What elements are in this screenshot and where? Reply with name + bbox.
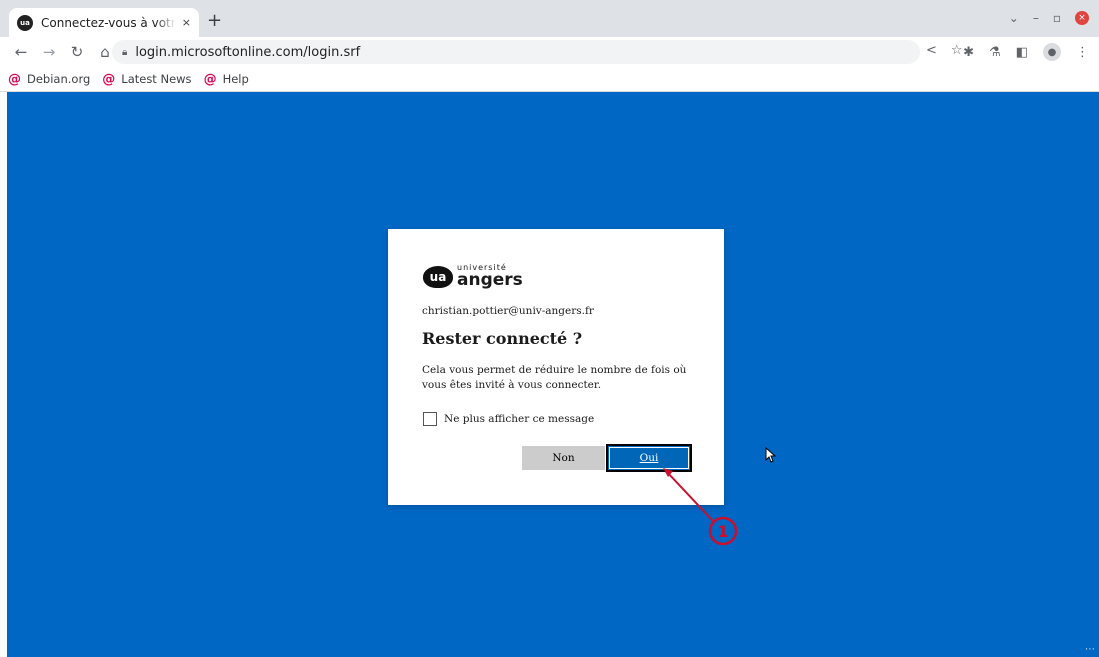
share-icon[interactable]: < [926,43,937,58]
debian-swirl-icon: @ [203,71,217,87]
bookmark-debian[interactable]: @ Debian.org [8,72,90,87]
tab-strip: ua Connectez-vous à votre compte × + ⌄ –… [0,0,1099,37]
mouse-cursor-icon [765,447,777,463]
browser-toolbar: ← → ↻ ⌂ 🔒︎ login.microsoftonline.com/log… [0,37,1099,67]
forward-icon[interactable]: → [42,43,56,61]
minimize-icon[interactable]: – [1033,11,1039,25]
back-icon[interactable]: ← [14,43,28,61]
labs-icon[interactable]: ⚗ [989,45,1001,60]
toolbar-actions: ✱ ⚗ ◧ ● ⋮ [963,43,1089,61]
dialog-title: Rester connecté ? [422,329,583,348]
bookmark-label: Latest News [121,72,192,86]
extensions-icon[interactable]: ✱ [963,45,974,60]
tab-title: Connectez-vous à votre compte [41,15,176,30]
home-icon[interactable]: ⌂ [98,43,112,61]
ua-logo-icon: ua [423,265,453,288]
new-tab-button[interactable]: + [207,12,222,30]
window-controls: ⌄ – ▫ × [1009,11,1089,25]
university-logo: ua université angers [423,264,523,289]
browser-tab[interactable]: ua Connectez-vous à votre compte × [9,8,199,37]
profile-avatar-icon[interactable]: ● [1043,43,1061,61]
omnibox-actions: < ☆ [926,43,963,58]
reload-icon[interactable]: ↻ [70,43,84,61]
menu-icon[interactable]: ⋮ [1076,45,1089,60]
checkbox-label: Ne plus afficher ce message [444,413,595,425]
side-panel-icon[interactable]: ◧ [1016,45,1028,60]
lock-icon[interactable]: 🔒︎ [122,47,127,58]
address-bar[interactable]: 🔒︎ login.microsoftonline.com/login.srf [112,40,920,64]
logo-big-text: angers [457,270,523,290]
window-close-icon[interactable]: × [1075,11,1089,25]
bookmark-label: Help [222,72,249,86]
bookmark-latest-news[interactable]: @ Latest News [102,72,191,87]
debian-swirl-icon: @ [102,71,116,87]
favicon-icon: ua [17,14,33,31]
account-email: christian.pottier@univ-angers.fr [422,305,594,317]
url-text: login.microsoftonline.com/login.srf [135,44,361,60]
debian-swirl-icon: @ [8,71,21,87]
bookmark-star-icon[interactable]: ☆ [951,43,963,58]
bookmark-help[interactable]: @ Help [204,72,249,87]
bookmark-label: Debian.org [27,72,91,86]
bookmarks-bar: @ Debian.org @ Latest News @ Help [0,67,1099,92]
dialog-description: Cela vous permet de réduire le nombre de… [422,364,687,391]
tab-close-icon[interactable]: × [182,16,191,29]
more-icon: ⋯ [1085,644,1095,655]
dont-show-again-checkbox[interactable] [423,412,437,426]
yes-button[interactable]: Oui [606,444,692,472]
tab-search-icon[interactable]: ⌄ [1009,11,1019,25]
page-content: ua université angers christian.pottier@u… [7,92,1099,657]
stay-signed-in-dialog: ua université angers christian.pottier@u… [388,229,724,505]
no-button[interactable]: Non [522,446,605,470]
dont-show-again-row[interactable]: Ne plus afficher ce message [423,412,594,426]
maximize-icon[interactable]: ▫ [1053,11,1061,25]
logo-text: université angers [457,264,523,289]
